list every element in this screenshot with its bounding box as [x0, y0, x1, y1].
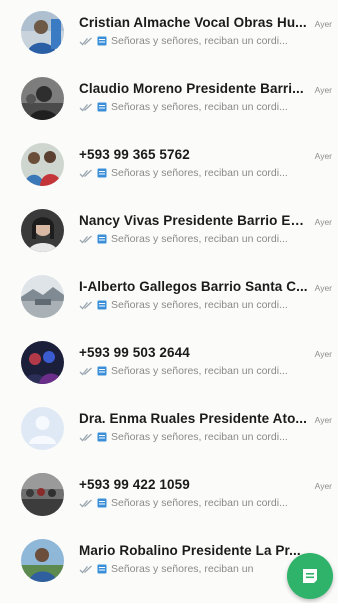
- document-icon: [97, 366, 107, 376]
- double-check-icon: [79, 103, 92, 111]
- contact-name: Cristian Almache Vocal Obras Hu...: [79, 15, 307, 30]
- document-icon: [97, 36, 107, 46]
- document-icon: [97, 300, 107, 310]
- contact-name: Nancy Vivas Presidente Barrio Es...: [79, 213, 309, 228]
- last-message-time: Ayer: [314, 151, 332, 161]
- chat-row[interactable]: I-Alberto Gallegos Barrio Santa C... Aye…: [0, 264, 338, 329]
- message-preview: Señoras y señores, reciban un: [111, 563, 254, 575]
- chat-list: Cristian Almache Vocal Obras Hu... Ayer …: [0, 0, 338, 594]
- message-preview: Señoras y señores, reciban un cordi...: [111, 233, 288, 245]
- contact-avatar: [21, 275, 64, 318]
- document-icon: [97, 168, 107, 178]
- contact-name: Dra. Enma Ruales Presidente Ato...: [79, 411, 307, 426]
- chat-row[interactable]: Dra. Enma Ruales Presidente Ato... Ayer …: [0, 396, 338, 461]
- new-chat-button[interactable]: [287, 553, 333, 599]
- message-preview: Señoras y señores, reciban un cordi...: [111, 35, 288, 47]
- chat-row[interactable]: +593 99 422 1059 Ayer Señoras y señores,…: [0, 462, 338, 527]
- chat-row[interactable]: +593 99 503 2644 Ayer Señoras y señores,…: [0, 330, 338, 395]
- double-check-icon: [79, 499, 92, 507]
- double-check-icon: [79, 433, 92, 441]
- chat-row[interactable]: Nancy Vivas Presidente Barrio Es... Ayer…: [0, 198, 338, 263]
- message-preview: Señoras y señores, reciban un cordi...: [111, 101, 288, 113]
- message-preview: Señoras y señores, reciban un cordi...: [111, 299, 288, 311]
- contact-name: +593 99 365 5762: [79, 147, 190, 162]
- chat-row[interactable]: +593 99 365 5762 Ayer Señoras y señores,…: [0, 132, 338, 197]
- message-preview: Señoras y señores, reciban un cordi...: [111, 497, 288, 509]
- contact-avatar: [21, 539, 64, 582]
- contact-name: I-Alberto Gallegos Barrio Santa C...: [79, 279, 308, 294]
- double-check-icon: [79, 301, 92, 309]
- last-message-time: Ayer: [314, 19, 332, 29]
- double-check-icon: [79, 37, 92, 45]
- contact-name: +593 99 422 1059: [79, 477, 190, 492]
- last-message-time: Ayer: [314, 217, 332, 227]
- default-person-icon: [21, 407, 64, 450]
- contact-avatar: [21, 473, 64, 516]
- last-message-time: Ayer: [314, 349, 332, 359]
- chat-row[interactable]: Claudio Moreno Presidente Barri... Ayer …: [0, 66, 338, 131]
- chat-row[interactable]: Cristian Almache Vocal Obras Hu... Ayer …: [0, 0, 338, 65]
- message-preview: Señoras y señores, reciban un cordi...: [111, 167, 288, 179]
- contact-name: +593 99 503 2644: [79, 345, 190, 360]
- double-check-icon: [79, 367, 92, 375]
- contact-name: Claudio Moreno Presidente Barri...: [79, 81, 304, 96]
- document-icon: [97, 234, 107, 244]
- double-check-icon: [79, 235, 92, 243]
- chat-list-screen: Cristian Almache Vocal Obras Hu... Ayer …: [0, 0, 338, 603]
- last-message-time: Ayer: [314, 481, 332, 491]
- double-check-icon: [79, 169, 92, 177]
- document-icon: [97, 498, 107, 508]
- document-icon: [97, 102, 107, 112]
- last-message-time: Ayer: [314, 415, 332, 425]
- contact-avatar: [21, 77, 64, 120]
- last-message-time: Ayer: [314, 283, 332, 293]
- contact-avatar: [21, 209, 64, 252]
- double-check-icon: [79, 565, 92, 573]
- document-icon: [97, 432, 107, 442]
- last-message-time: Ayer: [314, 85, 332, 95]
- new-chat-icon: [303, 569, 317, 583]
- document-icon: [97, 564, 107, 574]
- message-preview: Señoras y señores, reciban un cordi...: [111, 431, 288, 443]
- contact-avatar: [21, 341, 64, 384]
- contact-avatar: [21, 11, 64, 54]
- contact-name: Mario Robalino Presidente La Pr...: [79, 543, 301, 558]
- contact-avatar: [21, 143, 64, 186]
- message-preview: Señoras y señores, reciban un cordi...: [111, 365, 288, 377]
